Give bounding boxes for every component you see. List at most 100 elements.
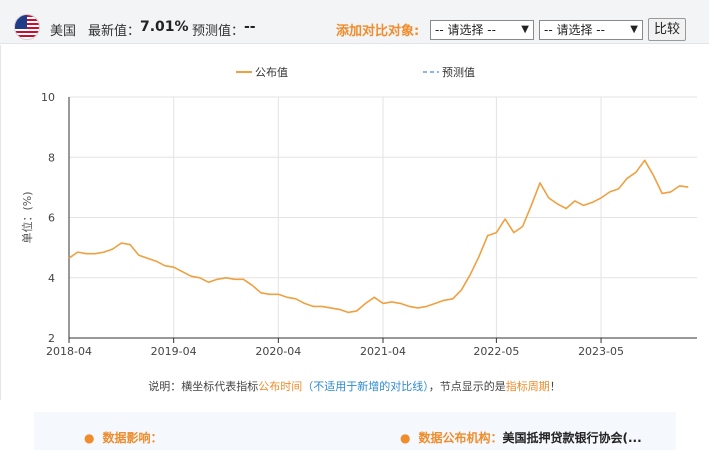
compare-label: 添加对比对象:	[336, 24, 420, 39]
data-point	[591, 201, 593, 203]
data-point	[111, 248, 113, 250]
data-point	[382, 302, 384, 304]
data-point	[164, 265, 166, 267]
data-agency-value[interactable]: 美国抵押贷款银行协会(...	[503, 431, 642, 445]
data-point	[268, 293, 270, 295]
note-publish-time: 公布时间	[258, 380, 303, 393]
note-end: ！	[549, 380, 561, 393]
data-point	[225, 277, 227, 279]
latest-value-label: 最新值：	[88, 24, 141, 39]
y-tick-label: 10	[41, 91, 55, 104]
x-tick-label: 2023-05	[578, 345, 624, 358]
data-point	[417, 307, 419, 309]
latest-value: 7.01%	[140, 19, 189, 35]
data-point	[129, 243, 131, 245]
data-point	[574, 200, 576, 202]
forecast-value: --	[244, 19, 256, 35]
compare-button[interactable]: 比较	[648, 18, 686, 41]
chart-note: 说明：横坐标代表指标公布时间（不适用于新增的对比线），节点显示的是指标周期！	[0, 378, 709, 394]
bullet-icon: ●	[400, 431, 411, 445]
line-chart[interactable]: 2 4 6 8 10 2018-04 2019-04 2020-04 2021-04 2022-0…	[1, 45, 709, 365]
data-point	[85, 252, 87, 254]
data-point	[486, 234, 488, 236]
data-point	[251, 284, 253, 286]
data-point	[452, 298, 454, 300]
data-point	[504, 218, 506, 220]
data-point	[303, 302, 305, 304]
data-point	[687, 186, 689, 188]
data-point	[539, 182, 541, 184]
data-point	[338, 308, 340, 310]
data-point	[356, 310, 358, 312]
y-tick-label: 6	[48, 212, 55, 225]
data-point	[329, 307, 331, 309]
y-tick-label: 4	[48, 272, 55, 285]
data-point	[678, 185, 680, 187]
data-point	[408, 305, 410, 307]
data-agency-label: 数据公布机构：	[418, 431, 503, 445]
x-tick-label: 2018-04	[46, 345, 92, 358]
data-point	[172, 266, 174, 268]
data-point	[364, 302, 366, 304]
data-point	[434, 302, 436, 304]
data-point	[495, 231, 497, 233]
data-point	[103, 251, 105, 253]
data-point	[530, 204, 532, 206]
series-line-published	[68, 159, 689, 314]
data-point	[146, 257, 148, 259]
data-point	[565, 207, 567, 209]
y-tick-label: 2	[48, 332, 55, 345]
compare-select-1-value: -- 请选择 --	[435, 23, 496, 37]
data-point	[138, 254, 140, 256]
y-axis-label: 单位：(%)	[20, 191, 34, 243]
us-flag-icon	[14, 14, 40, 40]
data-point	[460, 289, 462, 291]
data-point	[670, 191, 672, 193]
data-agency: ● 数据公布机构：美国抵押贷款银行协会(...	[400, 429, 642, 446]
data-point	[181, 271, 183, 273]
data-point	[242, 278, 244, 280]
note-period: 指标周期	[505, 380, 550, 393]
data-point	[643, 159, 645, 161]
data-point	[469, 274, 471, 276]
data-point	[260, 292, 262, 294]
data-point	[77, 251, 79, 253]
chevron-down-icon: ▼	[630, 24, 638, 35]
data-point	[295, 298, 297, 300]
data-point	[190, 275, 192, 277]
data-point	[312, 305, 314, 307]
compare-select-2[interactable]: -- 请选择 -- ▼	[539, 20, 643, 40]
data-point	[120, 242, 122, 244]
data-point	[478, 255, 480, 257]
data-point	[600, 197, 602, 199]
compare-select-1[interactable]: -- 请选择 -- ▼	[430, 20, 534, 40]
x-tick-label: 2020-04	[255, 345, 301, 358]
data-point	[391, 301, 393, 303]
x-tick-label: 2019-04	[151, 345, 197, 358]
data-point	[277, 293, 279, 295]
note-text: 说明：横坐标代表指标	[148, 380, 259, 393]
data-point	[652, 174, 654, 176]
data-point	[635, 171, 637, 173]
x-tick-label: 2021-04	[360, 345, 406, 358]
data-point	[68, 257, 70, 259]
chart-area: 2 4 6 8 10 2018-04 2019-04 2020-04 2021-04 2022-0…	[0, 45, 709, 400]
data-point	[443, 299, 445, 301]
data-point	[661, 192, 663, 194]
data-point	[609, 191, 611, 193]
legend-forecast-label: 预测值	[442, 66, 475, 79]
country-name: 美国	[50, 24, 77, 39]
compare-select-2-value: -- 请选择 --	[544, 23, 605, 37]
data-point	[347, 311, 349, 313]
x-tick-label: 2022-05	[473, 345, 519, 358]
data-point	[234, 278, 236, 280]
data-point	[373, 296, 375, 298]
bullet-icon: ●	[84, 431, 95, 445]
data-point	[399, 302, 401, 304]
data-point	[556, 203, 558, 205]
data-point	[216, 278, 218, 280]
header-bar: 美国 最新值： 7.01% 预测值： -- 添加对比对象: -- 请选择 -- …	[0, 0, 709, 44]
note-not-applicable: （不适用于新增的对比线）	[302, 380, 429, 393]
data-point	[94, 252, 96, 254]
data-point	[582, 204, 584, 206]
